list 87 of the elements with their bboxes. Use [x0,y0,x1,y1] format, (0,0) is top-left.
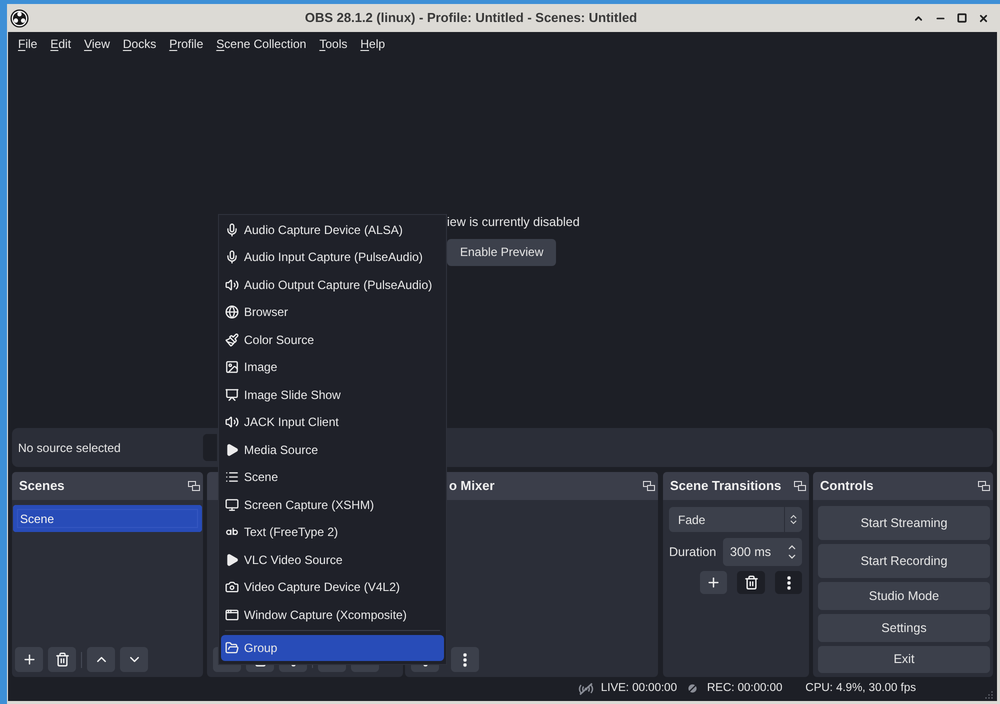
add-scene-button[interactable] [15,647,43,672]
dock-title: Controls [820,477,874,496]
plus-icon [22,652,36,667]
folder-icon [225,640,239,654]
menu-item[interactable]: Media Source [221,436,444,464]
transition-menu-button[interactable] [775,571,802,594]
transition-dropdown[interactable]: Fade [669,507,802,532]
control-button[interactable]: Studio Mode [818,582,990,610]
menu-item[interactable]: Window Capture (Xcomposite) [221,601,444,628]
up-down-arrows-icon [790,514,797,525]
overlapping-windows-icon[interactable] [794,481,806,491]
slideshow-icon [225,388,239,402]
vertical-dots-icon [463,652,467,666]
menu-item[interactable]: Edit [50,35,72,53]
move-up-button[interactable] [87,647,115,672]
menu-item[interactable]: Browser [221,298,444,326]
overlapping-windows-icon[interactable] [978,481,990,491]
list-icon [225,470,239,484]
control-button[interactable]: Start Streaming [818,506,990,540]
menu-item[interactable]: Group [221,634,444,660]
menu-item[interactable]: JACK Input Client [221,408,444,436]
window-icon [225,608,239,622]
menu-item[interactable]: Help [360,35,386,53]
control-button[interactable]: Settings [818,614,990,642]
scene-list-item[interactable]: Scene [13,505,202,532]
move-down-button[interactable] [120,647,148,672]
speaker-icon [225,415,239,430]
maximize-icon[interactable] [957,13,967,23]
plus-icon [706,575,721,590]
menu-item[interactable]: Text (FreeType 2) [221,518,444,546]
dock-title: o Mixer [449,477,495,496]
play-icon [225,552,239,567]
control-button[interactable]: Exit [818,646,990,673]
microphone-icon [225,250,239,264]
up-down-arrows-icon[interactable] [788,544,796,560]
duration-spinbox[interactable]: 300 ms [723,538,802,566]
enable-preview-button[interactable]: Enable Preview [447,238,556,266]
menu-item[interactable]: Scene Collection [216,35,306,53]
menu-item[interactable]: Video Capture Device (V4L2) [221,574,444,601]
speaker-icon [225,278,239,292]
globe-icon [225,305,239,320]
camera-icon [225,580,239,594]
vertical-dots-icon [786,576,790,590]
menu-item[interactable]: Scene [221,464,444,491]
play-icon [225,442,239,457]
record-off-icon [686,683,698,694]
add-transition-button[interactable] [700,571,727,594]
transition-value: Fade [677,512,706,528]
cpu-usage: CPU: 4.9%, 30.00 fps [805,680,916,696]
rec-timer: REC: 00:00:00 [706,680,782,696]
menu-item[interactable]: File [18,35,38,53]
menu-item[interactable]: View [84,35,110,53]
overlapping-windows-icon[interactable] [188,481,200,491]
dock-title: Scenes [19,477,65,496]
menu-item[interactable]: Image Slide Show [221,381,444,408]
menu-item[interactable]: Audio Capture Device (ALSA) [221,216,444,244]
app-logo-icon [10,8,29,28]
menu-item[interactable]: VLC Video Source [221,546,444,574]
overlapping-windows-icon[interactable] [643,481,655,491]
menu-item[interactable]: Tools [319,35,348,53]
remove-transition-button[interactable] [737,571,765,594]
paintbrush-icon [225,332,239,347]
dock-title: Scene Transitions [670,477,782,496]
menu-item[interactable]: Audio Output Capture (PulseAudio) [221,271,444,298]
duration-label: Duration [669,544,718,561]
monitor-icon [225,498,239,512]
menu-item[interactable]: Image [221,354,444,381]
menu-item[interactable]: Docks [122,35,156,53]
preview-message: iew is currently disabled [447,214,580,231]
mixer-menu-button[interactable] [451,647,479,672]
microphone-icon [225,222,239,237]
broadcast-off-icon [578,682,594,694]
trash-icon [744,575,758,590]
no-source-label: No source selected [18,440,122,456]
menu-item[interactable]: Audio Input Capture (PulseAudio) [221,244,444,271]
duration-value: 300 ms [729,544,772,561]
resize-grip-icon[interactable] [985,691,993,699]
menu-item[interactable]: Profile [169,35,204,53]
control-button[interactable]: Start Recording [818,544,990,578]
window-title: OBS 28.1.2 (linux) - Profile: Untitled - Scenes: Untitled [304,9,638,28]
close-icon[interactable] [978,12,989,24]
trash-icon [54,652,70,667]
remove-scene-button[interactable] [48,647,76,672]
menu-item[interactable]: Color Source [221,326,444,354]
live-timer: LIVE: 00:00:00 [600,680,677,696]
image-icon [225,360,239,374]
menu-item[interactable]: Screen Capture (XSHM) [221,491,444,518]
